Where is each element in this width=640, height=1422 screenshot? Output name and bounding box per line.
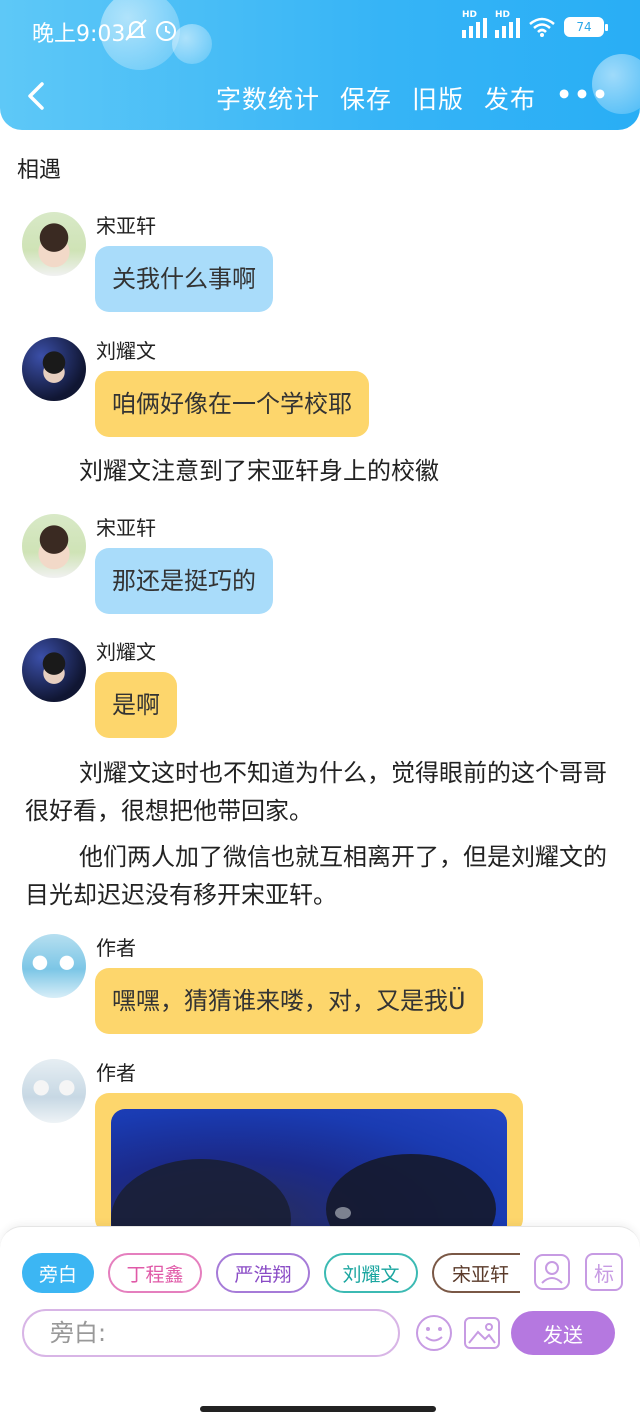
- message-bubble[interactable]: 关我什么事啊: [95, 246, 273, 312]
- role-chip[interactable]: 丁程鑫: [108, 1253, 202, 1293]
- signal-icon: HD: [495, 10, 520, 38]
- avatar[interactable]: [22, 514, 86, 578]
- word-count-button[interactable]: 字数统计: [216, 80, 320, 116]
- mark-tag-icon[interactable]: 标: [585, 1253, 623, 1291]
- signal-icon: HD: [462, 10, 487, 38]
- message-bubble[interactable]: 是啊: [95, 672, 177, 738]
- wifi-icon: [529, 17, 555, 37]
- sender-name: 作者: [96, 936, 136, 960]
- send-button[interactable]: 发送: [511, 1311, 615, 1355]
- back-chevron-icon[interactable]: [22, 78, 52, 114]
- old-version-button[interactable]: 旧版: [412, 80, 464, 116]
- avatar[interactable]: [22, 1059, 86, 1123]
- app-header: 晚上9:03 HD HD 74 字数统计 保存 旧版 发布 •••: [0, 0, 640, 130]
- photo-content: [111, 1154, 496, 1233]
- sender-name: 刘耀文: [96, 640, 156, 664]
- sender-name: 作者: [96, 1061, 136, 1085]
- sender-name: 宋亚轩: [96, 516, 156, 540]
- mute-bell-icon: [125, 19, 176, 41]
- role-chip[interactable]: 严浩翔: [216, 1253, 310, 1293]
- narration-paragraph[interactable]: 刘耀文这时也不知道为什么，觉得眼前的这个哥哥很好看，很想把他带回家。: [25, 754, 615, 830]
- publish-button[interactable]: 发布: [484, 80, 536, 116]
- status-time: 晚上9:03: [32, 22, 126, 47]
- composer-panel: 旁白 丁程鑫 严浩翔 刘耀文 宋亚轩 标 发送: [0, 1226, 640, 1422]
- battery-icon: 74: [564, 17, 608, 37]
- role-selector: 旁白 丁程鑫 严浩翔 刘耀文 宋亚轩: [22, 1253, 520, 1293]
- avatar[interactable]: [22, 212, 86, 276]
- message-bubble[interactable]: 嘿嘿，猜猜谁来喽，对，又是我Ü: [95, 968, 483, 1034]
- avatar[interactable]: [22, 638, 86, 702]
- message-bubble[interactable]: 那还是挺巧的: [95, 548, 273, 614]
- editor-toolbar: 字数统计 保存 旧版 发布 •••: [0, 66, 640, 126]
- role-chip[interactable]: 宋亚轩: [432, 1253, 520, 1293]
- status-notification-icons: [124, 18, 182, 50]
- status-right: HD HD 74: [462, 10, 608, 38]
- role-chip[interactable]: 刘耀文: [324, 1253, 418, 1293]
- image-picker-icon[interactable]: [462, 1313, 502, 1353]
- toolbar-actions: 字数统计 保存 旧版 发布 •••: [216, 80, 610, 116]
- sender-name: 刘耀文: [96, 339, 156, 363]
- avatar[interactable]: [22, 337, 86, 401]
- message-input[interactable]: [22, 1309, 400, 1357]
- sender-name: 宋亚轩: [96, 214, 156, 238]
- photo-image[interactable]: [111, 1109, 507, 1233]
- avatar[interactable]: [22, 934, 86, 998]
- more-options-icon[interactable]: •••: [556, 80, 610, 116]
- role-chip-narration[interactable]: 旁白: [22, 1253, 94, 1293]
- contact-card-icon[interactable]: [533, 1253, 571, 1291]
- narration-paragraph[interactable]: 刘耀文注意到了宋亚轩身上的校徽: [25, 452, 615, 490]
- image-message-bubble[interactable]: [95, 1093, 523, 1233]
- home-indicator[interactable]: [200, 1406, 436, 1412]
- emoji-icon[interactable]: [414, 1313, 454, 1353]
- save-button[interactable]: 保存: [340, 80, 392, 116]
- status-bar: 晚上9:03 HD HD 74: [0, 0, 640, 62]
- narration-paragraph[interactable]: 他们两人加了微信也就互相离开了，但是刘耀文的目光却迟迟没有移开宋亚轩。: [25, 838, 615, 914]
- message-bubble[interactable]: 咱俩好像在一个学校耶: [95, 371, 369, 437]
- chapter-title[interactable]: 相遇: [17, 152, 61, 184]
